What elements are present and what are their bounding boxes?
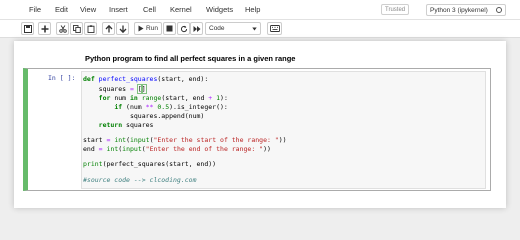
code-line: def perfect_squares(start, end): [83,75,209,83]
text-cursor [145,85,147,93]
arrow-up-icon [105,24,112,32]
run-button[interactable]: Run [134,22,162,35]
markdown-heading: Python program to find all perfect squar… [85,54,296,63]
code-line: for num in range(start, end + 1): [98,94,228,102]
menu-help[interactable]: Help [245,5,260,14]
plus-icon [41,25,48,32]
fast-forward-icon [193,25,200,32]
stop-icon [166,25,173,32]
cell-input-prompt: In [ ]: [48,74,76,82]
menu-bar: File Edit View Insert Cell Kernel Widget… [0,0,520,20]
code-line: #source code --> clcoding.com [83,176,197,184]
cut-button[interactable] [56,22,69,35]
play-icon [138,25,144,32]
save-button[interactable] [21,22,34,35]
code-line: return squares [98,121,154,129]
menu-cell[interactable]: Cell [143,5,156,14]
menu-kernel[interactable]: Kernel [170,5,192,14]
code-line: print(perfect_squares(start, end)) [83,160,217,168]
restart-run-all-button[interactable] [190,22,203,35]
keyboard-icon [269,25,280,32]
refresh-icon [180,25,187,32]
save-icon [23,24,32,33]
move-up-button[interactable] [102,22,115,35]
code-line: squares.append(num) [83,112,205,120]
code-line: start = int(input("Enter the start of th… [83,136,287,144]
scissors-icon [58,24,67,33]
kernel-idle-icon [496,7,502,13]
menu-file[interactable]: File [29,5,41,14]
insert-cell-button[interactable] [38,22,51,35]
restart-button[interactable] [177,22,190,35]
trusted-badge[interactable]: Trusted [381,4,410,15]
chevron-down-icon [252,27,257,31]
code-line: if (num ** 0.5).is_integer(): [114,103,228,111]
code-line: end = int(input("Enter the end of the ra… [83,145,271,153]
move-down-button[interactable] [116,22,129,35]
copy-icon [72,24,81,33]
paste-button[interactable] [84,22,97,35]
copy-button[interactable] [70,22,83,35]
interrupt-button[interactable] [163,22,176,35]
paste-icon [87,24,94,33]
command-palette-button[interactable] [267,22,282,35]
code-line: squares = [] [83,84,147,94]
menu-edit[interactable]: Edit [55,5,68,14]
toolbar: Run Code [0,20,520,38]
cell-type-value: Code [209,25,225,32]
cell-type-select[interactable]: Code [205,22,261,35]
kernel-name: Python 3 (ipykernel) [430,7,488,14]
menu-widgets[interactable]: Widgets [206,5,233,14]
arrow-down-icon [119,25,126,33]
menu-view[interactable]: View [80,5,96,14]
run-label: Run [146,25,158,32]
kernel-indicator[interactable]: Python 3 (ipykernel) [426,4,506,16]
menu-insert[interactable]: Insert [109,5,128,14]
